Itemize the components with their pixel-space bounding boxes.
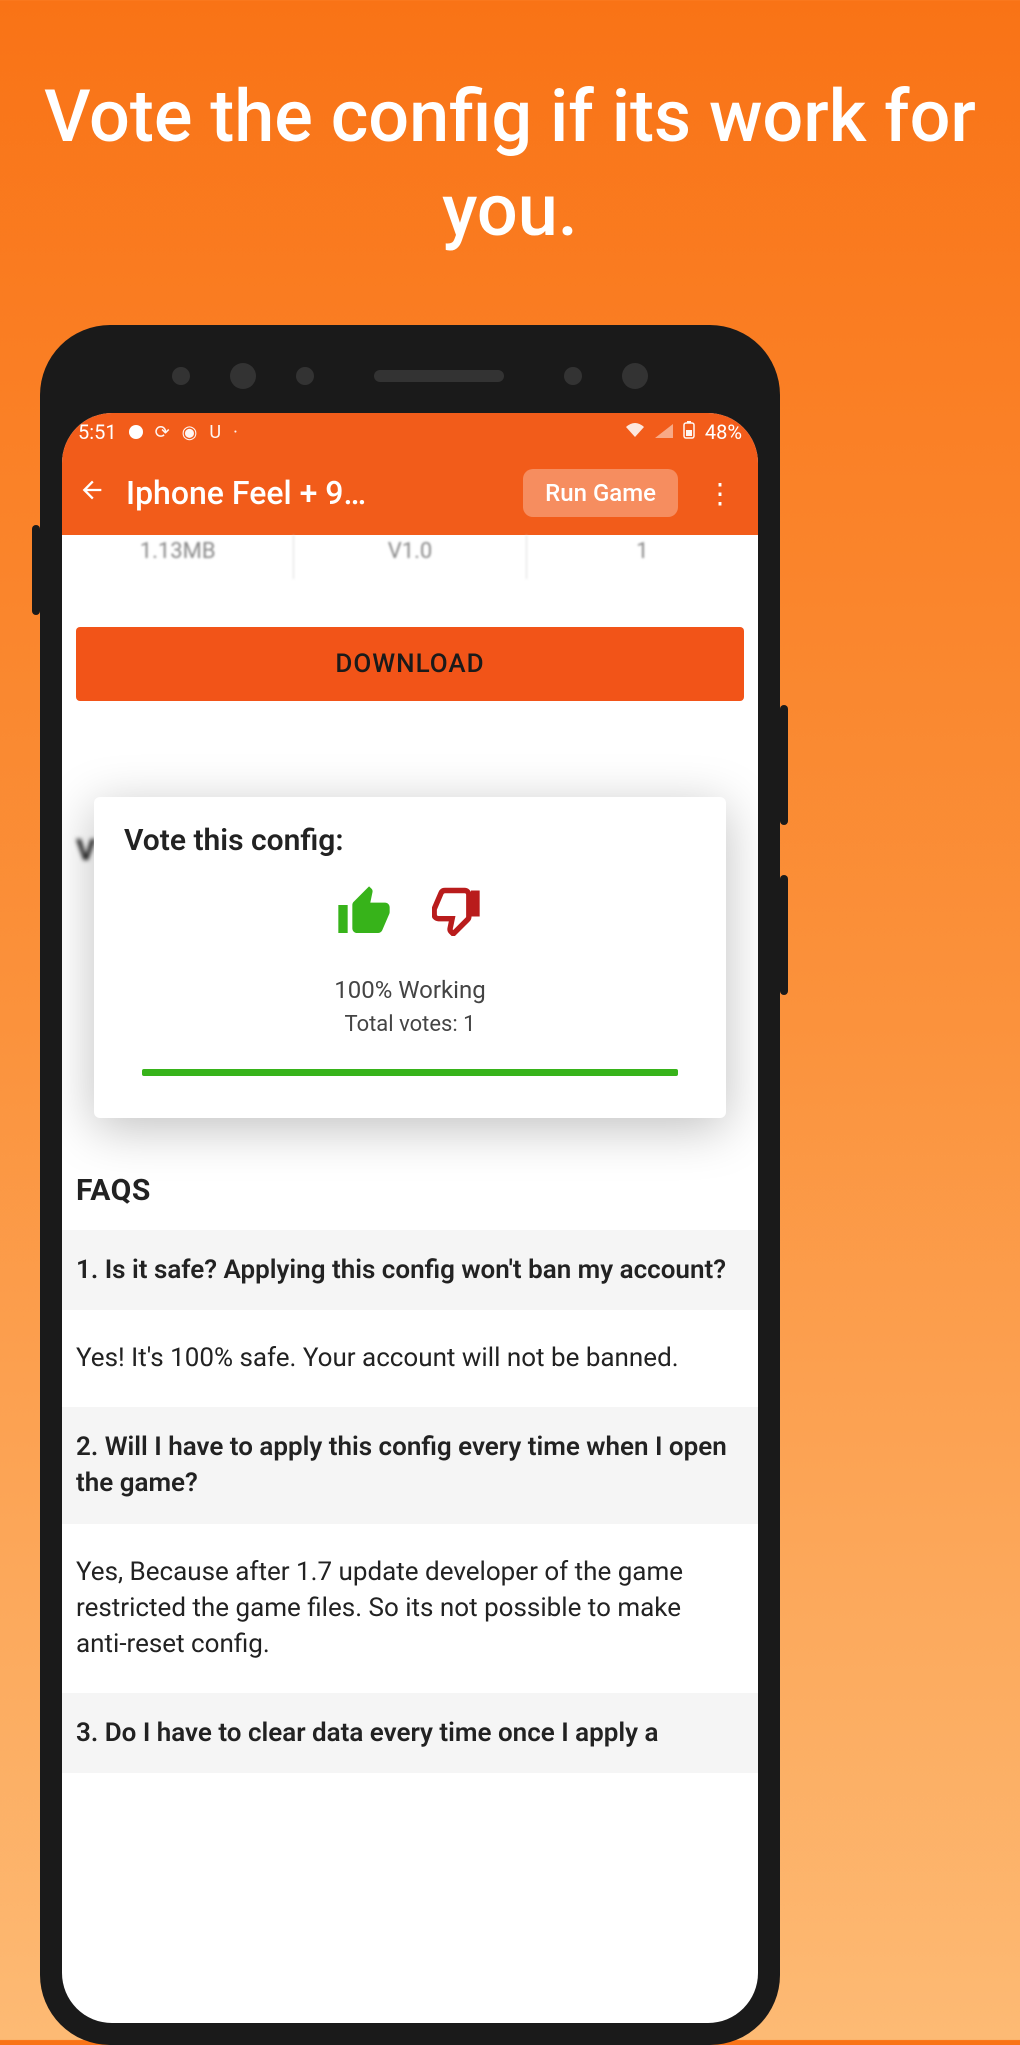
app-header: Iphone Feel + 9… Run Game ⋮ — [62, 451, 758, 535]
faqs-section: FAQS 1. Is it safe? Applying this config… — [76, 1173, 744, 1773]
status-icon: · — [233, 422, 238, 443]
vote-total-label: Total votes: 1 — [124, 1008, 696, 1041]
back-arrow-icon[interactable] — [78, 474, 106, 512]
promo-heading: Vote the config if its work for you. — [0, 0, 1020, 297]
vote-progress-bar — [142, 1069, 678, 1076]
faqs-heading: FAQS — [76, 1173, 744, 1208]
status-icon: ◉ — [182, 422, 198, 443]
more-icon[interactable]: ⋮ — [698, 477, 742, 510]
status-time: 5:51 — [78, 420, 117, 444]
vote-title: Vote this config: — [124, 823, 696, 858]
info-count: 1 — [527, 535, 758, 579]
page-title: Iphone Feel + 9… — [126, 474, 503, 512]
status-icon: U — [209, 422, 221, 443]
phone-frame: 5:51 ⟳ ◉ U · 48% — [40, 325, 780, 2045]
battery-icon — [683, 421, 695, 444]
vote-working-label: 100% Working — [124, 972, 696, 1008]
faq-answer: Yes! It's 100% safe. Your account will n… — [76, 1310, 744, 1406]
wifi-icon — [625, 422, 645, 443]
thumbs-up-icon[interactable] — [336, 884, 392, 954]
battery-percent: 48% — [705, 420, 742, 444]
faq-answer: Yes, Because after 1.7 update developer … — [76, 1524, 744, 1693]
info-version: V1.0 — [294, 535, 526, 579]
info-size: 1.13MB — [62, 535, 294, 579]
faq-question: 1. Is it safe? Applying this config won'… — [62, 1230, 758, 1310]
vote-card: Vote this config: 100% Working Total vot… — [94, 797, 726, 1118]
status-icon: ⟳ — [155, 422, 170, 443]
status-dot-icon — [129, 425, 143, 439]
run-game-button[interactable]: Run Game — [523, 469, 678, 517]
signal-icon — [655, 422, 673, 443]
faq-question: 2. Will I have to apply this config ever… — [62, 1407, 758, 1524]
thumbs-down-icon[interactable] — [432, 884, 484, 954]
status-bar: 5:51 ⟳ ◉ U · 48% — [62, 413, 758, 451]
background-letter: V — [76, 833, 96, 868]
download-button[interactable]: DOWNLOAD — [76, 627, 744, 701]
faq-question: 3. Do I have to clear data every time on… — [62, 1693, 758, 1773]
info-row: 1.13MB V1.0 1 — [62, 535, 758, 579]
phone-screen: 5:51 ⟳ ◉ U · 48% — [62, 413, 758, 2023]
